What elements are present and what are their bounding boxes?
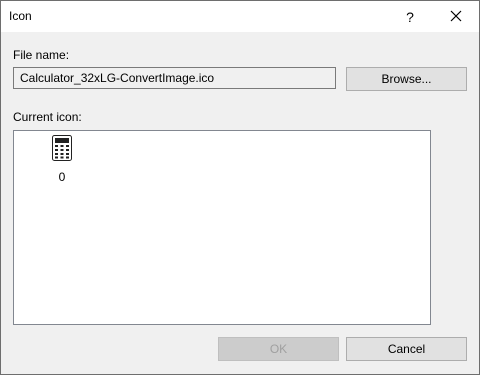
icon-list[interactable]: 0 <box>13 130 431 325</box>
dialog-title: Icon <box>9 9 32 23</box>
icon-index-label: 0 <box>58 170 66 184</box>
close-icon <box>450 9 462 25</box>
title-bar: Icon ? <box>1 1 479 32</box>
cancel-button[interactable]: Cancel <box>346 337 467 361</box>
icon-dialog: Icon ? File name: Browse... Current icon… <box>0 0 480 375</box>
file-name-label: File name: <box>13 48 70 62</box>
current-icon-label: Current icon: <box>13 110 82 124</box>
help-button[interactable]: ? <box>387 1 433 32</box>
browse-button[interactable]: Browse... <box>346 67 467 91</box>
help-icon: ? <box>406 8 414 25</box>
ok-button[interactable]: OK <box>218 337 339 361</box>
icon-list-item[interactable]: 0 <box>46 135 78 184</box>
file-name-field[interactable] <box>13 67 336 89</box>
calculator-icon <box>52 135 72 164</box>
close-button[interactable] <box>433 1 479 32</box>
